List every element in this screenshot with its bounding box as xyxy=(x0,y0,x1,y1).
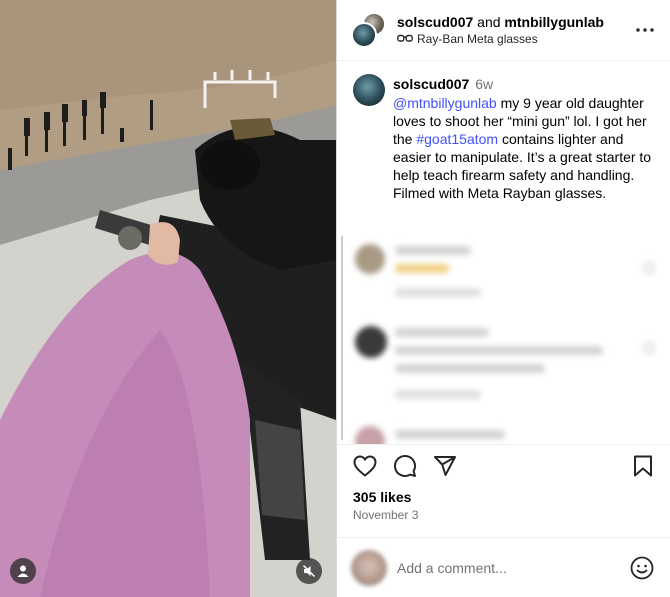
likes-count[interactable]: 305 likes xyxy=(353,489,411,505)
mention-link[interactable]: @mtnbillygunlab xyxy=(393,95,497,111)
comments-list[interactable] xyxy=(337,232,670,444)
mute-button[interactable] xyxy=(296,558,322,584)
bookmark-icon xyxy=(634,455,652,477)
caption-header: solscud007 6w xyxy=(393,76,493,92)
caption-text: @mtnbillygunlab my 9 year old daughter l… xyxy=(393,94,661,202)
user-icon xyxy=(17,565,29,577)
comment-text-blurred xyxy=(395,364,545,373)
avatar-solscud007[interactable] xyxy=(351,22,377,48)
comment-avatar xyxy=(355,426,385,444)
like-button[interactable] xyxy=(351,452,379,480)
more-options-icon xyxy=(636,28,654,32)
hashtag-link[interactable]: #goat15atom xyxy=(416,131,498,147)
more-options-button[interactable] xyxy=(635,20,655,40)
post-media[interactable] xyxy=(0,0,336,597)
comment-text-blurred xyxy=(395,246,471,255)
post-details-panel: solscud007 and mtnbillygunlab Ray-Ban Me… xyxy=(336,0,670,597)
comment-text-blurred xyxy=(395,346,603,355)
caption: solscud007 6w @mtnbillygunlab my 9 year o… xyxy=(337,62,670,232)
comment-avatar xyxy=(355,244,385,274)
comment-input[interactable] xyxy=(397,558,597,578)
comment-like-icon[interactable] xyxy=(643,342,655,354)
comment-meta-blurred xyxy=(395,390,481,399)
post-header: solscud007 and mtnbillygunlab Ray-Ban Me… xyxy=(337,0,670,61)
user-tag-button[interactable] xyxy=(10,558,36,584)
add-comment-row xyxy=(337,538,670,597)
post-date[interactable]: November 3 xyxy=(353,508,418,522)
subtitle-text: Ray-Ban Meta glasses xyxy=(417,32,538,46)
current-user-avatar xyxy=(351,550,387,586)
share-icon xyxy=(434,456,456,476)
comment-text-blurred xyxy=(395,328,489,337)
share-button[interactable] xyxy=(431,452,459,480)
save-button[interactable] xyxy=(629,452,657,480)
comment-text-blurred xyxy=(395,264,449,273)
emoji-icon xyxy=(630,556,654,580)
comment-meta-blurred xyxy=(395,288,481,297)
authors-conjunction: and xyxy=(477,14,501,30)
comment-avatar xyxy=(355,326,387,358)
action-bar xyxy=(337,452,670,482)
collaborator-link[interactable]: mtnbillygunlab xyxy=(504,14,604,30)
glasses-icon xyxy=(397,34,413,42)
post-subtitle[interactable]: Ray-Ban Meta glasses xyxy=(397,32,538,46)
comment-like-icon[interactable] xyxy=(643,262,655,274)
comment-text-blurred xyxy=(395,430,505,439)
caption-username[interactable]: solscud007 xyxy=(393,76,469,92)
caption-avatar[interactable] xyxy=(353,74,385,106)
caption-timestamp[interactable]: 6w xyxy=(475,76,493,92)
post-authors: solscud007 and mtnbillygunlab xyxy=(397,14,604,30)
comment-icon xyxy=(394,455,416,477)
heart-icon xyxy=(353,455,377,477)
collab-avatars[interactable] xyxy=(351,12,387,48)
comment-button[interactable] xyxy=(391,452,419,480)
video-frame xyxy=(0,0,336,597)
author-link[interactable]: solscud007 xyxy=(397,14,473,30)
emoji-button[interactable] xyxy=(629,555,655,581)
mute-icon xyxy=(302,564,316,578)
divider xyxy=(337,444,670,445)
